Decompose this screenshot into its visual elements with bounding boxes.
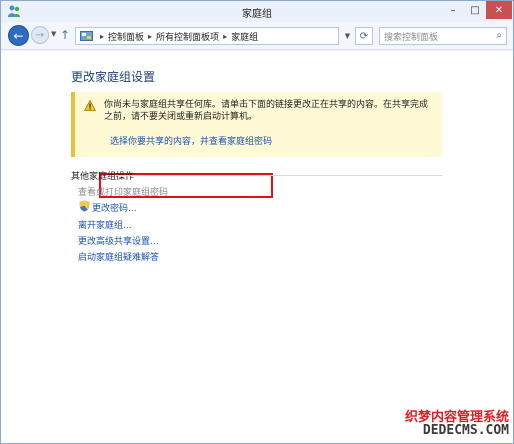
share-notice: 你尚未与家庭组共享任何库。请单击下面的链接更改正在共享的内容。在共享完成之前，请… [71,92,442,157]
recent-pages-dropdown[interactable]: ▼ [51,30,56,38]
search-input[interactable]: 搜索控制面板 ⌕ [379,27,507,45]
view-print-password-link: 查看或打印家庭组密码 [78,188,169,198]
up-button[interactable]: ↑ [60,28,70,42]
breadcrumb-separator: ▸ [148,31,153,41]
arrow-up-icon: ↑ [60,28,71,42]
arrow-right-icon: → [35,29,45,41]
window-title: 家庭组 [242,9,272,20]
close-button[interactable]: ✕ [486,1,512,19]
homegroup-window: 家庭组 – □ ✕ ← → ▼ ↑ ▸ 控制面板 ▸ 所有控制面板项 ▸ 家庭组… [0,0,514,444]
homegroup-troubleshooter-link[interactable]: 启动家庭组疑难解答 [78,250,159,263]
site-watermark: 织梦内容管理系统 DEDECMS.COM [399,404,513,442]
search-icon[interactable]: ⌕ [496,30,502,41]
address-bar[interactable]: ▸ 控制面板 ▸ 所有控制面板项 ▸ 家庭组 [75,27,339,45]
main-content: 更改家庭组设置 你尚未与家庭组共享任何库。请单击下面的链接更改正在共享的内容。在… [1,51,513,443]
title-bar[interactable]: 家庭组 – □ ✕ [1,1,513,22]
choose-share-content-link[interactable]: 选择你要共享的内容，并查看家庭组密码 [110,134,272,147]
navigation-bar: ← → ▼ ↑ ▸ 控制面板 ▸ 所有控制面板项 ▸ 家庭组 ▼ ⟳ 搜索控制面… [1,22,513,50]
control-panel-icon [80,30,93,41]
section-divider [116,175,442,176]
search-placeholder: 搜索控制面板 [384,32,439,43]
forward-button[interactable]: → [31,26,49,44]
refresh-icon: ⟳ [359,30,369,42]
address-dropdown-button[interactable]: ▼ [341,28,354,44]
leave-homegroup-link[interactable]: 离开家庭组... [78,218,132,231]
warning-icon [84,100,96,111]
breadcrumb-separator: ▸ [223,31,228,41]
watermark-domain: DEDECMS.COM [422,423,509,438]
shield-icon [79,200,90,212]
breadcrumb-all-items[interactable]: 所有控制面板项 [156,30,219,43]
minimize-button[interactable]: – [442,1,464,19]
breadcrumb-separator: ▸ [100,31,105,41]
page-title: 更改家庭组设置 [71,70,156,84]
refresh-button[interactable]: ⟳ [355,27,373,45]
maximize-button[interactable]: □ [464,1,486,19]
advanced-sharing-settings-link[interactable]: 更改高级共享设置... [78,234,159,247]
breadcrumb-control-panel[interactable]: 控制面板 [108,30,144,43]
notice-message: 你尚未与家庭组共享任何库。请单击下面的链接更改正在共享的内容。在共享完成之前，请… [104,100,429,122]
breadcrumb-homegroup[interactable]: 家庭组 [231,30,258,43]
back-button[interactable]: ← [8,25,29,46]
arrow-left-icon: ← [13,28,24,43]
change-password-link[interactable]: 更改密码... [92,201,137,214]
